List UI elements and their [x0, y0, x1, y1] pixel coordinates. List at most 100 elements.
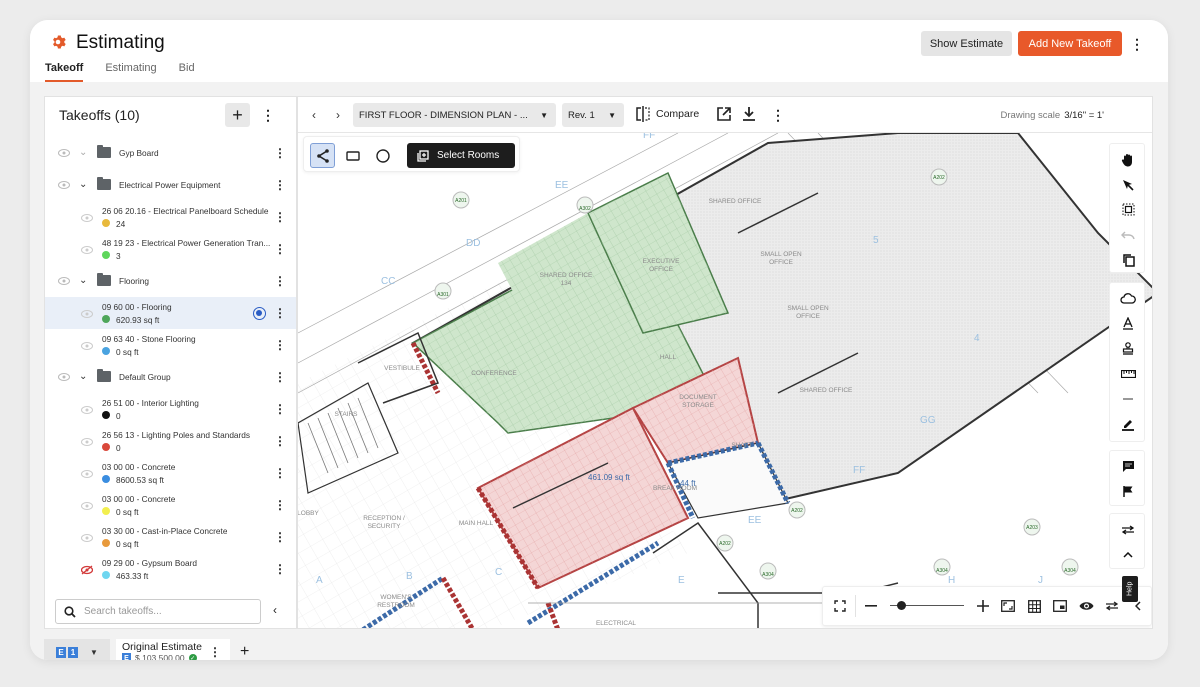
pan-tool[interactable] [1110, 147, 1146, 172]
zoom-slider-thumb[interactable] [897, 601, 907, 610]
takeoff-item[interactable]: 03 00 00 - Concrete 8600.53 sq ft ⋮ [45, 457, 296, 489]
floor-plan-canvas[interactable]: SHARED OFFICE 134 EXECUTIVE OFFICE SHARED … [298, 133, 1152, 628]
takeoff-item[interactable]: 03 30 00 - Cast-in-Place Concrete 0 sq f… [45, 521, 296, 553]
eye-icon[interactable] [81, 310, 93, 318]
chevron-down-icon[interactable]: ⌄ [79, 147, 87, 158]
rectangle-tool[interactable] [340, 143, 365, 168]
row-more-icon[interactable]: ⋮ [274, 497, 286, 513]
stamp-tool[interactable] [1110, 336, 1146, 361]
fullscreen-button[interactable] [827, 593, 853, 619]
revision-select[interactable]: Rev. 1 ▼ [562, 103, 624, 127]
row-more-icon[interactable]: ⋮ [274, 369, 286, 385]
grid-toggle-button[interactable] [1021, 593, 1047, 619]
visibility-button[interactable] [1073, 593, 1099, 619]
pen-tool[interactable] [1110, 411, 1146, 436]
polyline-tool[interactable] [310, 143, 335, 168]
select-rooms-button[interactable]: Select Rooms [407, 143, 515, 168]
row-more-icon[interactable]: ⋮ [274, 177, 286, 193]
eye-icon[interactable] [81, 214, 93, 222]
group-row-flooring[interactable]: ⌄ Flooring ⋮ [45, 265, 296, 297]
eye-icon[interactable] [81, 406, 93, 414]
row-more-icon[interactable]: ⋮ [274, 465, 286, 481]
compare-button[interactable]: Compare [636, 106, 699, 122]
add-takeoff-button[interactable]: + [225, 103, 250, 127]
row-more-icon[interactable]: ⋮ [274, 145, 286, 161]
undo-button[interactable] [1110, 222, 1146, 247]
row-more-icon[interactable]: ⋮ [274, 209, 286, 225]
active-takeoff-radio[interactable] [253, 307, 266, 320]
search-input[interactable] [84, 606, 244, 617]
eye-icon[interactable] [81, 502, 93, 510]
zoom-slider[interactable] [889, 599, 964, 613]
add-new-takeoff-button[interactable]: Add New Takeoff [1018, 31, 1122, 56]
prev-sheet-icon[interactable]: ‹ [312, 108, 316, 122]
collapse-panel-icon[interactable]: ‹ [273, 603, 277, 617]
viewer-more-icon[interactable]: ⋮ [771, 106, 785, 124]
eye-icon[interactable] [81, 438, 93, 446]
comment-tool[interactable] [1110, 454, 1146, 479]
row-more-icon[interactable]: ⋮ [274, 401, 286, 417]
takeoff-item[interactable]: 48 19 23 - Electrical Power Generation T… [45, 233, 296, 265]
add-estimate-icon[interactable]: + [240, 643, 249, 660]
row-more-icon[interactable]: ⋮ [274, 241, 286, 257]
takeoff-item[interactable]: 26 06 20.16 - Electrical Panelboard Sche… [45, 201, 296, 233]
fit-to-screen-button[interactable] [996, 593, 1022, 619]
takeoff-item[interactable]: 09 29 00 - Gypsum Board 463.33 ft ⋮ [45, 553, 296, 585]
show-estimate-button[interactable]: Show Estimate [921, 31, 1012, 56]
collapse-tools-button[interactable] [1110, 542, 1146, 567]
copy-button[interactable] [1110, 247, 1146, 272]
row-more-icon[interactable]: ⋮ [274, 433, 286, 449]
tab-bid[interactable]: Bid [179, 62, 195, 82]
measure-tool[interactable] [1110, 361, 1146, 386]
eye-icon[interactable] [58, 149, 70, 157]
circle-tool[interactable] [370, 143, 395, 168]
minimap-button[interactable] [1047, 593, 1073, 619]
eye-icon[interactable] [81, 534, 93, 542]
tab-estimating[interactable]: Estimating [105, 62, 156, 82]
panel-more-icon[interactable]: ⋮ [261, 105, 275, 125]
zoom-in-button[interactable] [970, 593, 996, 619]
takeoff-item[interactable]: 26 51 00 - Interior Lighting 0 ⋮ [45, 393, 296, 425]
group-row-gyp-board[interactable]: ⌄ Gyp Board ⋮ [45, 137, 296, 169]
flag-tool[interactable] [1110, 479, 1146, 504]
sheet-select[interactable]: FIRST FLOOR - DIMENSION PLAN - ... ▼ [353, 103, 556, 127]
chevron-down-icon[interactable]: ⌄ [79, 275, 87, 286]
takeoff-item[interactable]: 26 56 13 - Lighting Poles and Standards … [45, 425, 296, 457]
eye-hidden-icon[interactable] [81, 565, 93, 575]
estimate-tab-original[interactable]: Original Estimate E $ 103,500.00 ✓ ⋮ [116, 639, 230, 660]
open-external-icon[interactable] [716, 106, 732, 122]
select-tool[interactable] [1110, 172, 1146, 197]
help-button[interactable]: Help [1122, 576, 1138, 602]
more-options-icon[interactable]: ⋮ [1130, 34, 1144, 54]
next-sheet-icon[interactable]: › [336, 108, 340, 122]
eye-icon[interactable] [58, 181, 70, 189]
marquee-tool[interactable] [1110, 197, 1146, 222]
chevron-down-icon[interactable]: ⌄ [79, 371, 87, 382]
svg-text:J: J [1038, 575, 1043, 586]
line-tool[interactable] [1110, 386, 1146, 411]
estimate-switcher[interactable]: E 1 ▼ [44, 639, 110, 660]
eye-icon[interactable] [58, 373, 70, 381]
takeoff-item[interactable]: 09 63 40 - Stone Flooring 0 sq ft ⋮ [45, 329, 296, 361]
eye-icon[interactable] [58, 277, 70, 285]
swap-button[interactable] [1110, 517, 1146, 542]
row-more-icon[interactable]: ⋮ [274, 337, 286, 353]
chevron-down-icon[interactable]: ⌄ [79, 179, 87, 190]
row-more-icon[interactable]: ⋮ [274, 529, 286, 545]
eye-icon[interactable] [81, 342, 93, 350]
zoom-out-button[interactable] [858, 593, 884, 619]
estimate-more-icon[interactable]: ⋮ [209, 644, 221, 660]
takeoff-item[interactable]: 03 00 00 - Concrete 0 sq ft ⋮ [45, 489, 296, 521]
group-row-electrical[interactable]: ⌄ Electrical Power Equipment ⋮ [45, 169, 296, 201]
tab-takeoff[interactable]: Takeoff [45, 62, 84, 82]
eye-icon[interactable] [81, 246, 93, 254]
eye-icon[interactable] [81, 470, 93, 478]
row-more-icon[interactable]: ⋮ [274, 305, 286, 321]
row-more-icon[interactable]: ⋮ [274, 561, 286, 577]
group-row-default[interactable]: ⌄ Default Group ⋮ [45, 361, 296, 393]
takeoff-item-selected[interactable]: 09 60 00 - Flooring 620.93 sq ft ⋮ [45, 297, 296, 329]
row-more-icon[interactable]: ⋮ [274, 273, 286, 289]
download-icon[interactable] [741, 106, 757, 122]
cloud-tool[interactable] [1110, 286, 1146, 311]
text-tool[interactable] [1110, 311, 1146, 336]
